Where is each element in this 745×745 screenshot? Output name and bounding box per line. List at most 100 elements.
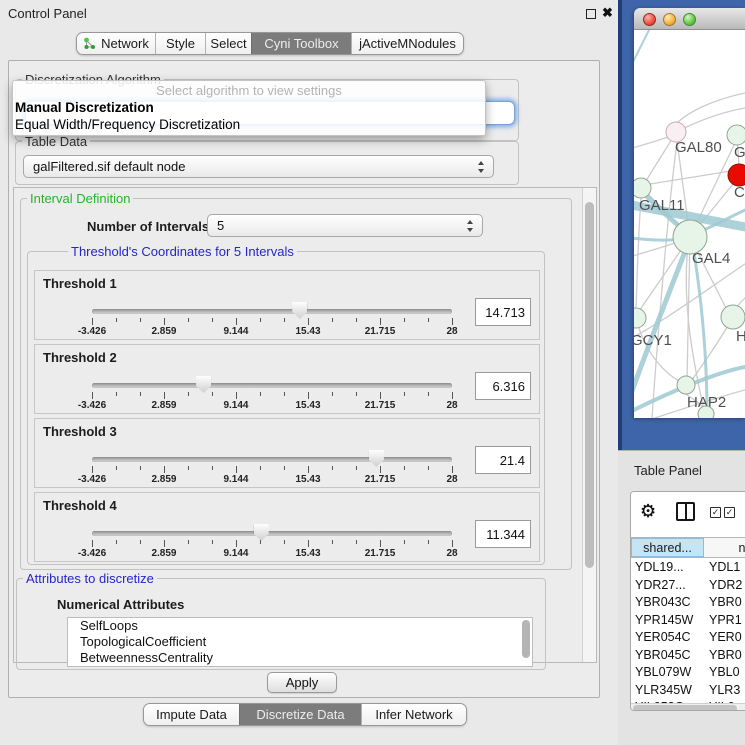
table-row[interactable]: YBL079WYBL0 — [631, 664, 745, 682]
table-cell[interactable]: YBR043C — [631, 594, 704, 612]
slider-tick — [188, 392, 189, 396]
table-cell[interactable]: YDR2 — [704, 577, 745, 595]
slider-tick — [140, 466, 141, 470]
list-scrollbar-thumb[interactable] — [522, 620, 530, 658]
table-cell[interactable]: YPR1 — [704, 612, 745, 630]
threshold-value-field[interactable] — [475, 298, 531, 326]
slider-thumb-icon[interactable] — [292, 302, 307, 319]
tab-network[interactable]: Network — [77, 33, 155, 54]
network-window-titlebar[interactable] — [634, 8, 745, 30]
network-edge[interactable] — [676, 93, 745, 124]
threshold-slider[interactable]: -3.4262.8599.14415.4321.71528 — [35, 419, 539, 487]
tab-jactivemnodules[interactable]: jActiveMNodules — [351, 33, 463, 54]
horizontal-scrollbar[interactable] — [631, 703, 745, 711]
checkbox-icon[interactable]: ✓ — [724, 507, 735, 518]
apply-button[interactable]: Apply — [267, 672, 337, 693]
slider-track[interactable] — [92, 531, 452, 536]
table-cell[interactable]: YPR145W — [631, 612, 704, 630]
table-row[interactable]: YLR345WYLR3 — [631, 682, 745, 700]
slider-tick — [356, 318, 357, 322]
slider-track[interactable] — [92, 383, 452, 388]
tick-label: 9.144 — [223, 326, 248, 337]
threshold-value-field[interactable] — [475, 520, 531, 548]
network-edge[interactable] — [644, 139, 672, 184]
close-traffic-light-icon[interactable] — [643, 13, 656, 26]
tab-label: Infer Network — [375, 707, 452, 722]
minimize-traffic-light-icon[interactable] — [663, 13, 676, 26]
slider-tick — [92, 392, 93, 399]
threshold-slider[interactable]: -3.4262.8599.14415.4321.71528 — [35, 345, 539, 413]
numerical-attributes-list[interactable]: SelfLoopsTopologicalCoefficientBetweenne… — [67, 617, 533, 667]
network-node-gal4[interactable] — [673, 220, 707, 254]
slider-thumb-icon[interactable] — [196, 376, 211, 393]
threshold-slider[interactable]: -3.4262.8599.14415.4321.71528 — [35, 271, 539, 339]
slider-track[interactable] — [92, 457, 452, 462]
network-node-c[interactable] — [728, 164, 745, 186]
attribute-list-item[interactable]: SelfLoops — [68, 618, 532, 634]
slider-tick — [428, 540, 429, 544]
checkbox-icon[interactable]: ✓ — [710, 507, 721, 518]
slider-thumb-icon[interactable] — [254, 524, 269, 541]
table-cell[interactable]: YLR345W — [631, 682, 704, 700]
table-data-select[interactable]: galFiltered.sif default node — [23, 155, 494, 178]
tick-label: 2.859 — [151, 548, 176, 559]
slider-track[interactable] — [92, 309, 452, 314]
table-row[interactable]: YDR27...YDR2 — [631, 577, 745, 595]
table-row[interactable]: YBR045CYBR0 — [631, 647, 745, 665]
vertical-scrollbar[interactable] — [582, 188, 596, 662]
network-node-hap2[interactable] — [677, 376, 695, 394]
network-edge[interactable] — [634, 137, 668, 152]
network-node-gcy1[interactable] — [634, 308, 646, 328]
table-cell[interactable]: YBR0 — [704, 647, 745, 665]
slider-thumb-icon[interactable] — [369, 450, 384, 467]
table-cell[interactable]: YBL079W — [631, 664, 704, 682]
table-cell[interactable]: YDL1 — [704, 559, 745, 577]
popup-option-equal-width-frequency[interactable]: Equal Width/Frequency Discretization — [13, 116, 485, 133]
tab-discretize-data[interactable]: Discretize Data — [239, 704, 361, 725]
horizontal-scrollbar-thumb[interactable] — [633, 705, 737, 711]
network-node-h[interactable] — [721, 305, 745, 329]
table-cell[interactable]: YLR3 — [704, 682, 745, 700]
table-cell[interactable]: YER0 — [704, 629, 745, 647]
number-of-intervals-select[interactable]: 5 — [207, 214, 483, 237]
tab-cyni-toolbox[interactable]: Cyni Toolbox — [251, 33, 351, 54]
float-window-icon[interactable] — [586, 9, 596, 19]
network-canvas[interactable]: GAL80GACGAL11GAL4GCY1HHAP2 — [634, 30, 745, 418]
vertical-scrollbar-thumb[interactable] — [585, 202, 594, 568]
tab-infer-network[interactable]: Infer Network — [361, 704, 466, 725]
slider-tick — [140, 318, 141, 322]
table-cell[interactable]: YDR27... — [631, 577, 704, 595]
table-row[interactable]: YDL19...YDL1 — [631, 559, 745, 577]
close-icon[interactable]: ✖ — [602, 5, 613, 21]
network-edge[interactable] — [634, 242, 678, 260]
network-node[interactable] — [698, 406, 714, 418]
network-node-ga[interactable] — [727, 125, 745, 145]
split-columns-icon[interactable] — [676, 502, 695, 521]
zoom-traffic-light-icon[interactable] — [683, 13, 696, 26]
threshold-value-field[interactable] — [475, 372, 531, 400]
table-row[interactable]: YBR043CYBR0 — [631, 594, 745, 612]
tab-select[interactable]: Select — [205, 33, 251, 54]
table-cell[interactable]: YBL0 — [704, 664, 745, 682]
tab-impute-data[interactable]: Impute Data — [144, 704, 239, 725]
network-edge[interactable] — [634, 30, 650, 80]
popup-option-manual-discretization[interactable]: Manual Discretization — [13, 99, 485, 116]
attribute-list-item[interactable]: TopologicalCoefficient — [68, 634, 532, 650]
table-row[interactable]: YPR145WYPR1 — [631, 612, 745, 630]
threshold-value-field[interactable] — [475, 446, 531, 474]
table-cell[interactable]: YDL19... — [631, 559, 704, 577]
table-cell[interactable]: YBR045C — [631, 647, 704, 665]
table-row[interactable]: YER054CYER0 — [631, 629, 745, 647]
tab-style[interactable]: Style — [155, 33, 205, 54]
desktop-background: GAL80GACGAL11GAL4GCY1HHAP2 — [618, 0, 745, 450]
network-view-window: GAL80GACGAL11GAL4GCY1HHAP2 — [634, 8, 745, 418]
attribute-list-item[interactable]: BetweennessCentrality — [68, 650, 532, 666]
column-header-name[interactable]: na — [704, 538, 745, 557]
gear-icon[interactable]: ⚙ — [640, 501, 656, 522]
table-cell[interactable]: YBR0 — [704, 594, 745, 612]
column-header-shared[interactable]: shared... — [631, 538, 704, 557]
threshold-slider[interactable]: -3.4262.8599.14415.4321.71528 — [35, 493, 539, 561]
table-cell[interactable]: YER054C — [631, 629, 704, 647]
network-node-gal11[interactable] — [634, 178, 651, 198]
slider-tick — [380, 392, 381, 399]
